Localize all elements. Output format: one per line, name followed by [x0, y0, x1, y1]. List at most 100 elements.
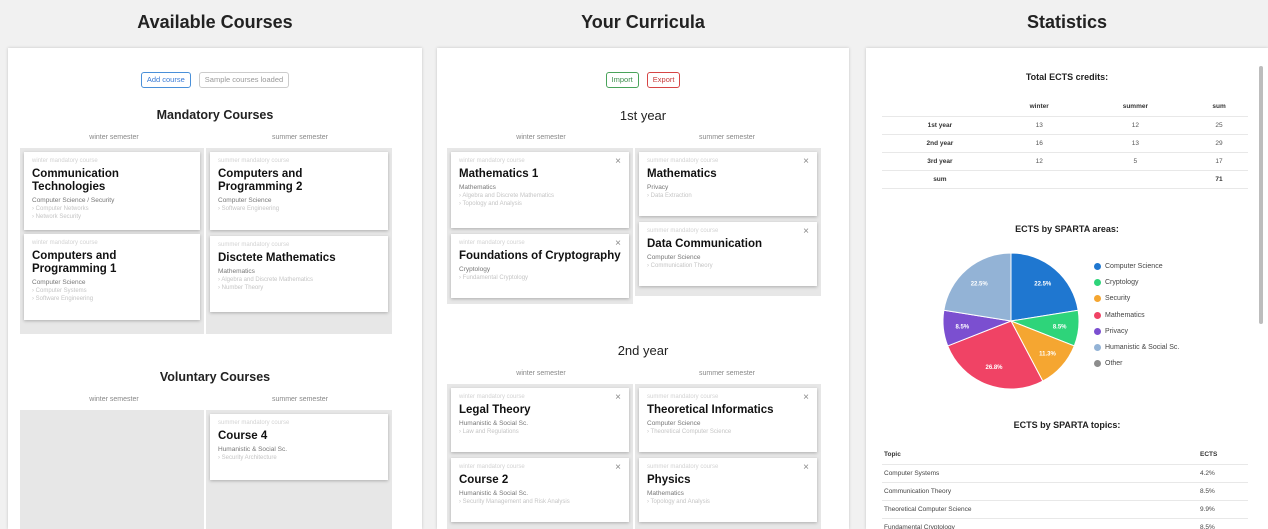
course-topic: › Algebra and Discrete Mathematics	[459, 193, 555, 199]
legend-dot-icon	[1094, 295, 1101, 303]
table-row: sum 71	[882, 170, 1248, 189]
course-kind: summer mandatory course	[647, 394, 719, 400]
areas-chart-heading: ECTS by SPARTA areas:	[1015, 224, 1119, 234]
export-button[interactable]: Export	[646, 72, 681, 88]
course-name: Theoretical Informatics	[647, 404, 774, 416]
table-cell: 13	[1080, 134, 1191, 153]
course-name: Communication Technologies	[32, 168, 119, 193]
legend-item[interactable]: Humanistic & Social Sc.	[1094, 339, 1179, 355]
pie-data-label: 8.5%	[955, 324, 969, 330]
table-header: sum	[1190, 98, 1248, 117]
course-kind: summer mandatory course	[647, 158, 719, 164]
course-topic: › Computer Networks	[32, 206, 89, 212]
remove-course-icon[interactable]: ×	[615, 392, 621, 403]
winter-semester-label: winter semester	[89, 396, 139, 403]
remove-course-icon[interactable]: ×	[803, 462, 809, 473]
course-name: Physics	[647, 474, 691, 486]
mandatory-courses-heading: Mandatory Courses	[156, 108, 274, 122]
pie-data-label: 8.5%	[1053, 324, 1067, 330]
remove-course-icon[interactable]: ×	[803, 156, 809, 167]
table-header-row: winter summer sum	[882, 98, 1248, 117]
import-button[interactable]: Import	[605, 72, 639, 88]
course-card[interactable]: winter mandatory course Communication Te…	[24, 152, 200, 230]
remove-course-icon[interactable]: ×	[615, 156, 621, 167]
remove-course-icon[interactable]: ×	[615, 238, 621, 249]
legend-label: Cryptology	[1105, 278, 1139, 286]
statistics-title: Statistics	[1026, 12, 1108, 32]
table-cell: 1st year	[882, 116, 998, 135]
course-topic: › Number Theory	[218, 285, 264, 291]
course-area: Privacy	[647, 184, 669, 191]
course-card[interactable]: summer mandatory course Course 4 Humanis…	[210, 414, 388, 480]
table-row: 3rd year 12 5 17	[882, 152, 1248, 171]
course-area: Humanistic & Social Sc.	[218, 446, 287, 453]
voluntary-winter-slot[interactable]	[20, 410, 204, 529]
course-kind: winter mandatory course	[459, 240, 525, 246]
course-card[interactable]: × summer mandatory course Data Communica…	[639, 222, 817, 286]
areas-pie-chart: 22.5% 8.5% 11.3% 26.8% 8.5% 22.5%	[942, 252, 1080, 390]
course-name: Computers and Programming 1	[32, 250, 117, 275]
winter-semester-label: winter semester	[516, 134, 566, 141]
course-card[interactable]: summer mandatory course Disctete Mathema…	[210, 236, 388, 312]
statistics-scrollbar[interactable]	[1259, 66, 1263, 324]
course-kind: summer mandatory course	[218, 158, 290, 164]
course-name: Course 2	[459, 474, 509, 486]
course-kind: winter mandatory course	[32, 240, 98, 246]
course-name: Computers and Programming 2	[218, 168, 303, 193]
legend-label: Other	[1105, 360, 1123, 368]
legend-item[interactable]: Computer Science	[1094, 258, 1179, 274]
available-courses-panel: Add course Sample courses loaded Mandato…	[8, 48, 422, 529]
pie-data-label: 22.5%	[1034, 282, 1052, 288]
course-area: Humanistic & Social Sc.	[459, 490, 528, 497]
table-cell: 8.5%	[1198, 482, 1248, 501]
table-cell: 2nd year	[882, 134, 998, 153]
course-area: Computer Science	[32, 279, 86, 286]
legend-item[interactable]: Privacy	[1094, 323, 1179, 339]
course-name: Mathematics 1	[459, 168, 539, 180]
course-card[interactable]: × winter mandatory course Foundations of…	[451, 234, 629, 298]
table-row: 1st year 13 12 25	[882, 116, 1248, 135]
sample-courses-loaded-button[interactable]: Sample courses loaded	[198, 72, 290, 88]
course-card[interactable]: × winter mandatory course Course 2 Human…	[451, 458, 629, 522]
course-card[interactable]: × summer mandatory course Physics Mathem…	[639, 458, 817, 522]
table-cell: sum	[882, 170, 998, 189]
course-kind: summer mandatory course	[218, 420, 290, 426]
course-area: Humanistic & Social Sc.	[459, 420, 528, 427]
table-header: winter	[997, 98, 1081, 117]
course-topic: › Topology and Analysis	[459, 201, 522, 207]
course-area: Mathematics	[218, 268, 255, 275]
curricula-panel: Import Export 1st year winter semester s…	[437, 48, 849, 529]
table-row: Computer Systems 4.2%	[882, 464, 1248, 483]
remove-course-icon[interactable]: ×	[803, 392, 809, 403]
year-1-heading: 1st year	[619, 108, 667, 123]
legend-dot-icon	[1094, 311, 1101, 319]
remove-course-icon[interactable]: ×	[803, 226, 809, 237]
course-topic: › Theoretical Computer Science	[647, 429, 732, 435]
topics-table: Topic ECTS Computer Systems 4.2% Communi…	[882, 446, 1248, 529]
course-name: Course 4	[218, 430, 268, 442]
course-topic: › Topology and Analysis	[647, 499, 710, 505]
legend-item[interactable]: Cryptology	[1094, 274, 1179, 290]
course-card[interactable]: × winter mandatory course Mathematics 1 …	[451, 152, 629, 228]
legend-item[interactable]: Security	[1094, 291, 1179, 307]
add-course-button[interactable]: Add course	[140, 72, 191, 88]
course-card[interactable]: × winter mandatory course Legal Theory H…	[451, 388, 629, 452]
course-area: Mathematics	[647, 490, 684, 497]
legend-item[interactable]: Mathematics	[1094, 307, 1179, 323]
course-card[interactable]: × summer mandatory course Mathematics Pr…	[639, 152, 817, 216]
course-card[interactable]: winter mandatory course Computers and Pr…	[24, 234, 200, 320]
remove-course-icon[interactable]: ×	[615, 462, 621, 473]
pie-data-label: 26.8%	[985, 365, 1003, 371]
course-kind: summer mandatory course	[647, 228, 719, 234]
table-row: Fundamental Cryptology 8.5%	[882, 518, 1248, 529]
total-ects-heading: Total ECTS credits:	[1025, 72, 1109, 82]
table-row: Communication Theory 8.5%	[882, 482, 1248, 501]
available-courses-title: Available Courses	[137, 12, 293, 32]
legend-dot-icon	[1094, 344, 1101, 352]
course-card[interactable]: summer mandatory course Computers and Pr…	[210, 152, 388, 230]
course-area: Computer Science / Security	[32, 197, 115, 204]
legend-item[interactable]: Other	[1094, 356, 1179, 372]
table-cell: 29	[1190, 134, 1248, 153]
course-area: Cryptology	[459, 266, 491, 273]
course-card[interactable]: × summer mandatory course Theoretical In…	[639, 388, 817, 452]
